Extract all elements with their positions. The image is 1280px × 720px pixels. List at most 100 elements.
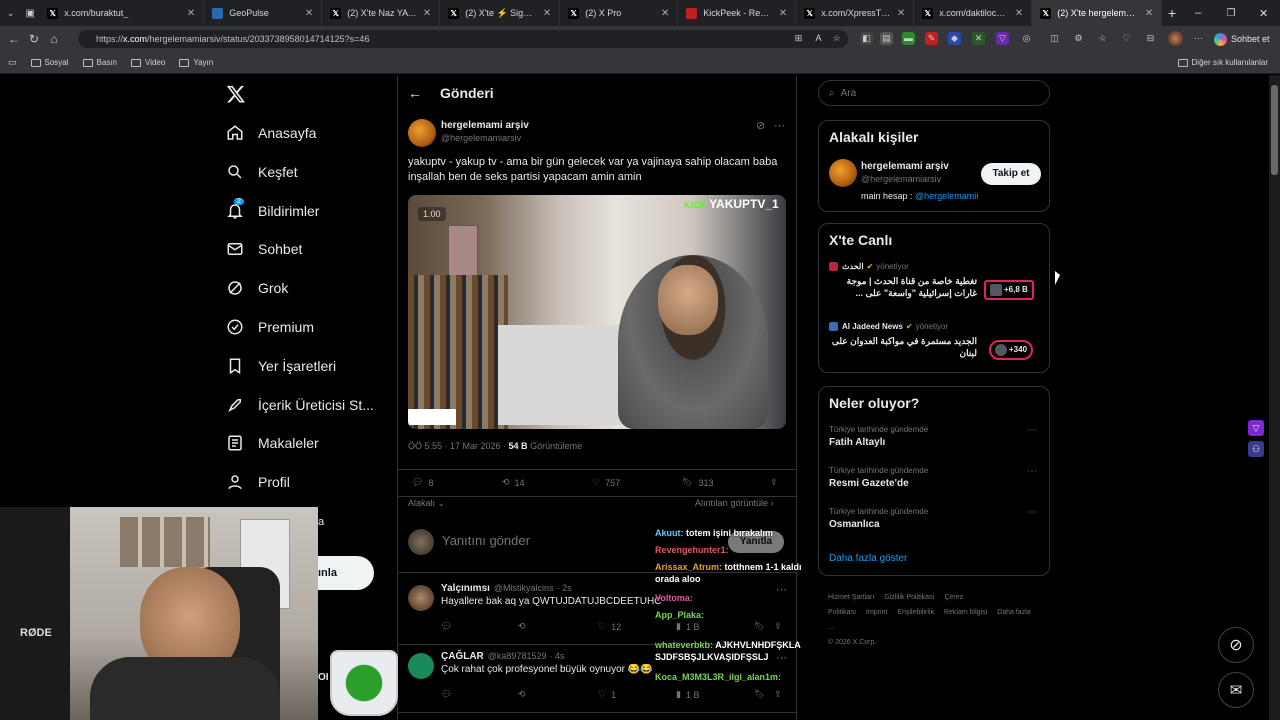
browser-tab[interactable]: 𝕏 (2) X'te hergelemami ✕ [1032,0,1163,26]
split-screen-icon[interactable]: ◫ [1048,32,1061,45]
close-window-button[interactable]: ✕ [1247,7,1280,20]
trend-item[interactable]: Türkiye tarihinde gündemde Fatih Altaylı ⋯ [829,425,1043,461]
grok-icon[interactable]: ⊘ [756,119,765,132]
reply-author-name[interactable]: ÇAĞLAR [441,651,484,662]
author-handle[interactable]: @hergelemamiarsiv [441,133,521,143]
extension-icon[interactable]: ▬ [902,32,915,45]
reply-author-handle[interactable]: @ka89781529 [488,651,547,661]
browser-tab[interactable]: 𝕏 (2) X'te Naz YAVUZARSLAN ✕ [322,0,441,26]
close-tab-icon[interactable]: ✕ [661,8,669,19]
repost-button[interactable]: ⟲ [518,621,526,632]
footer-link[interactable]: Imprint [866,609,887,616]
bookmark-button[interactable]: 🔖︎ [754,689,765,700]
sidebar-item-home[interactable]: Anasayfa [226,124,316,142]
related-person-name[interactable]: hergelemami arşiv [861,161,949,172]
close-tab-icon[interactable]: ✕ [1145,8,1153,19]
extension-icon[interactable]: ◧ [860,32,873,45]
sidebar-item-person[interactable]: Profil [226,473,290,491]
share-button[interactable]: ⇪ [774,621,782,632]
favorites-icon[interactable]: ☆ [1096,32,1109,45]
show-more-link[interactable]: Daha fazla göster [829,553,907,564]
more-menu-partial[interactable]: a [318,516,324,528]
close-tab-icon[interactable]: ✕ [897,8,905,19]
footer-link[interactable]: Hizmet Şartları [828,594,874,601]
browser-tab[interactable]: 𝕏x.com/daktilock/status ✕ [914,0,1033,26]
repost-button[interactable]: ⟲ 14 [502,477,525,488]
close-tab-icon[interactable]: ✕ [187,8,195,19]
browser-tab[interactable]: KickPeek - Real-time U ✕ [678,0,797,26]
bookmark-button[interactable]: 🔖︎ 313 [682,477,713,488]
url-bar[interactable]: https://x.com/hergelemamiarsiv/status/20… [78,30,848,48]
extensions-icon[interactable]: ⚙ [1072,32,1085,45]
reply-avatar[interactable] [408,653,434,679]
sidebar-item-article[interactable]: Makaleler [226,434,319,452]
reply-button[interactable]: 💬︎ [441,621,452,632]
follow-button[interactable]: Takip et [981,163,1041,185]
install-app-icon[interactable]: ⊞ [792,32,805,45]
sidebar-item-bell[interactable]: 2 Bildirimler [226,197,319,220]
extension-icon[interactable]: ▽ [996,32,1009,45]
messages-floating-button[interactable]: ✉ [1218,672,1254,708]
new-tab-button[interactable]: + [1162,5,1182,21]
extension-icon[interactable]: ◎ [1020,32,1033,45]
reply-author-name[interactable]: Yalçınımsı [441,583,490,594]
read-aloud-icon[interactable]: A [812,32,825,45]
extension-icon[interactable]: ▤ [880,32,893,45]
close-tab-icon[interactable]: ✕ [1015,8,1023,19]
side-extension-icon[interactable]: ⚇ [1248,441,1264,457]
maximize-button[interactable]: ❐ [1215,8,1248,19]
copilot-button[interactable]: Sohbet et [1214,30,1274,48]
extension-icon[interactable]: ◆ [948,32,961,45]
related-person-handle[interactable]: @hergelemamiarsiv [861,174,941,184]
tab-actions-icon[interactable]: ▣ [21,8,39,19]
live-item[interactable]: Al Jadeed News ✔ yönetiyor الجديد مستمرة في… [829,322,1043,374]
close-tab-icon[interactable]: ✕ [543,8,551,19]
footer-link[interactable]: Gizlilik Politikası [884,594,934,601]
like-button[interactable]: ♡ 1 [598,689,616,700]
x-logo-icon[interactable] [226,84,246,104]
reply-avatar[interactable] [408,585,434,611]
view-quotes-link[interactable]: Alıntıları görüntüle › [695,498,774,508]
minimize-button[interactable]: – [1182,7,1215,19]
close-tab-icon[interactable]: ✕ [305,8,313,19]
extension-icon[interactable]: ✕ [972,32,985,45]
browser-tab[interactable]: 𝕏x.com/buraktut_ ✕ [39,0,205,26]
bookmark-folder[interactable]: Sosyal [30,58,69,67]
sidebar-item-grok[interactable]: Grok [226,279,288,297]
favorite-star-icon[interactable]: ☆ [830,32,843,45]
browser-essentials-icon[interactable]: ♡ [1120,32,1133,45]
share-button[interactable]: ⇪ [774,689,782,700]
bookmark-button[interactable]: 🔖︎ [754,621,765,632]
reply-button[interactable]: 💬︎ 8 [412,477,433,488]
bookmark-folder[interactable]: Basın [82,58,117,67]
live-listener-count[interactable]: +340 [989,340,1034,360]
browser-tab[interactable]: 𝕏 (2) X Pro ✕ [560,0,679,26]
repost-button[interactable]: ⟲ [518,689,526,700]
like-button[interactable]: ♡ 757 [592,477,620,488]
browser-tab[interactable]: 𝕏x.com/XpressTR/status ✕ [796,0,915,26]
close-tab-icon[interactable]: ✕ [779,8,787,19]
related-dropdown[interactable]: Alakalı ⌄ [408,498,445,509]
live-listener-count[interactable]: +6,8 B [984,280,1034,300]
sidebar-item-rocket[interactable]: İçerik Üreticisi St... [226,396,374,414]
live-item[interactable]: الحدث ✔ yönetiyor تغطية خاصة من قناة الحدث … [829,262,1043,314]
post-button-partial[interactable]: ınla [318,556,374,590]
sidebar-item-search[interactable]: Keşfet [226,163,298,181]
home-icon[interactable]: ⌂ [44,32,64,46]
sidebar-item-bookmark[interactable]: Yer İşaretleri [226,357,336,375]
like-button[interactable]: ♡ 12 [598,621,621,632]
page-scrollbar[interactable] [1269,75,1280,720]
footer-link[interactable]: Erişilebilirlik [897,609,934,616]
sidebar-item-mail[interactable]: Sohbet [226,240,302,258]
tab-list-button[interactable]: ⌄ [0,0,21,26]
close-tab-icon[interactable]: ✕ [423,8,431,19]
sidebar-toggle-icon[interactable]: ▭ [8,57,17,68]
author-name[interactable]: hergelemami arşiv [441,120,529,131]
author-avatar[interactable] [408,119,436,147]
profile-avatar[interactable] [1168,31,1183,46]
bio-link[interactable]: @hergelemamii [915,191,978,201]
trend-item[interactable]: Türkiye tarihinde gündemde Resmi Gazete'd… [829,466,1043,502]
more-menu-icon[interactable]: ⋯ [1192,32,1205,45]
trend-item[interactable]: Türkiye tarihinde gündemde Osmanlıca ⋯ [829,507,1043,543]
more-options-icon[interactable]: ⋯ [1027,507,1037,518]
